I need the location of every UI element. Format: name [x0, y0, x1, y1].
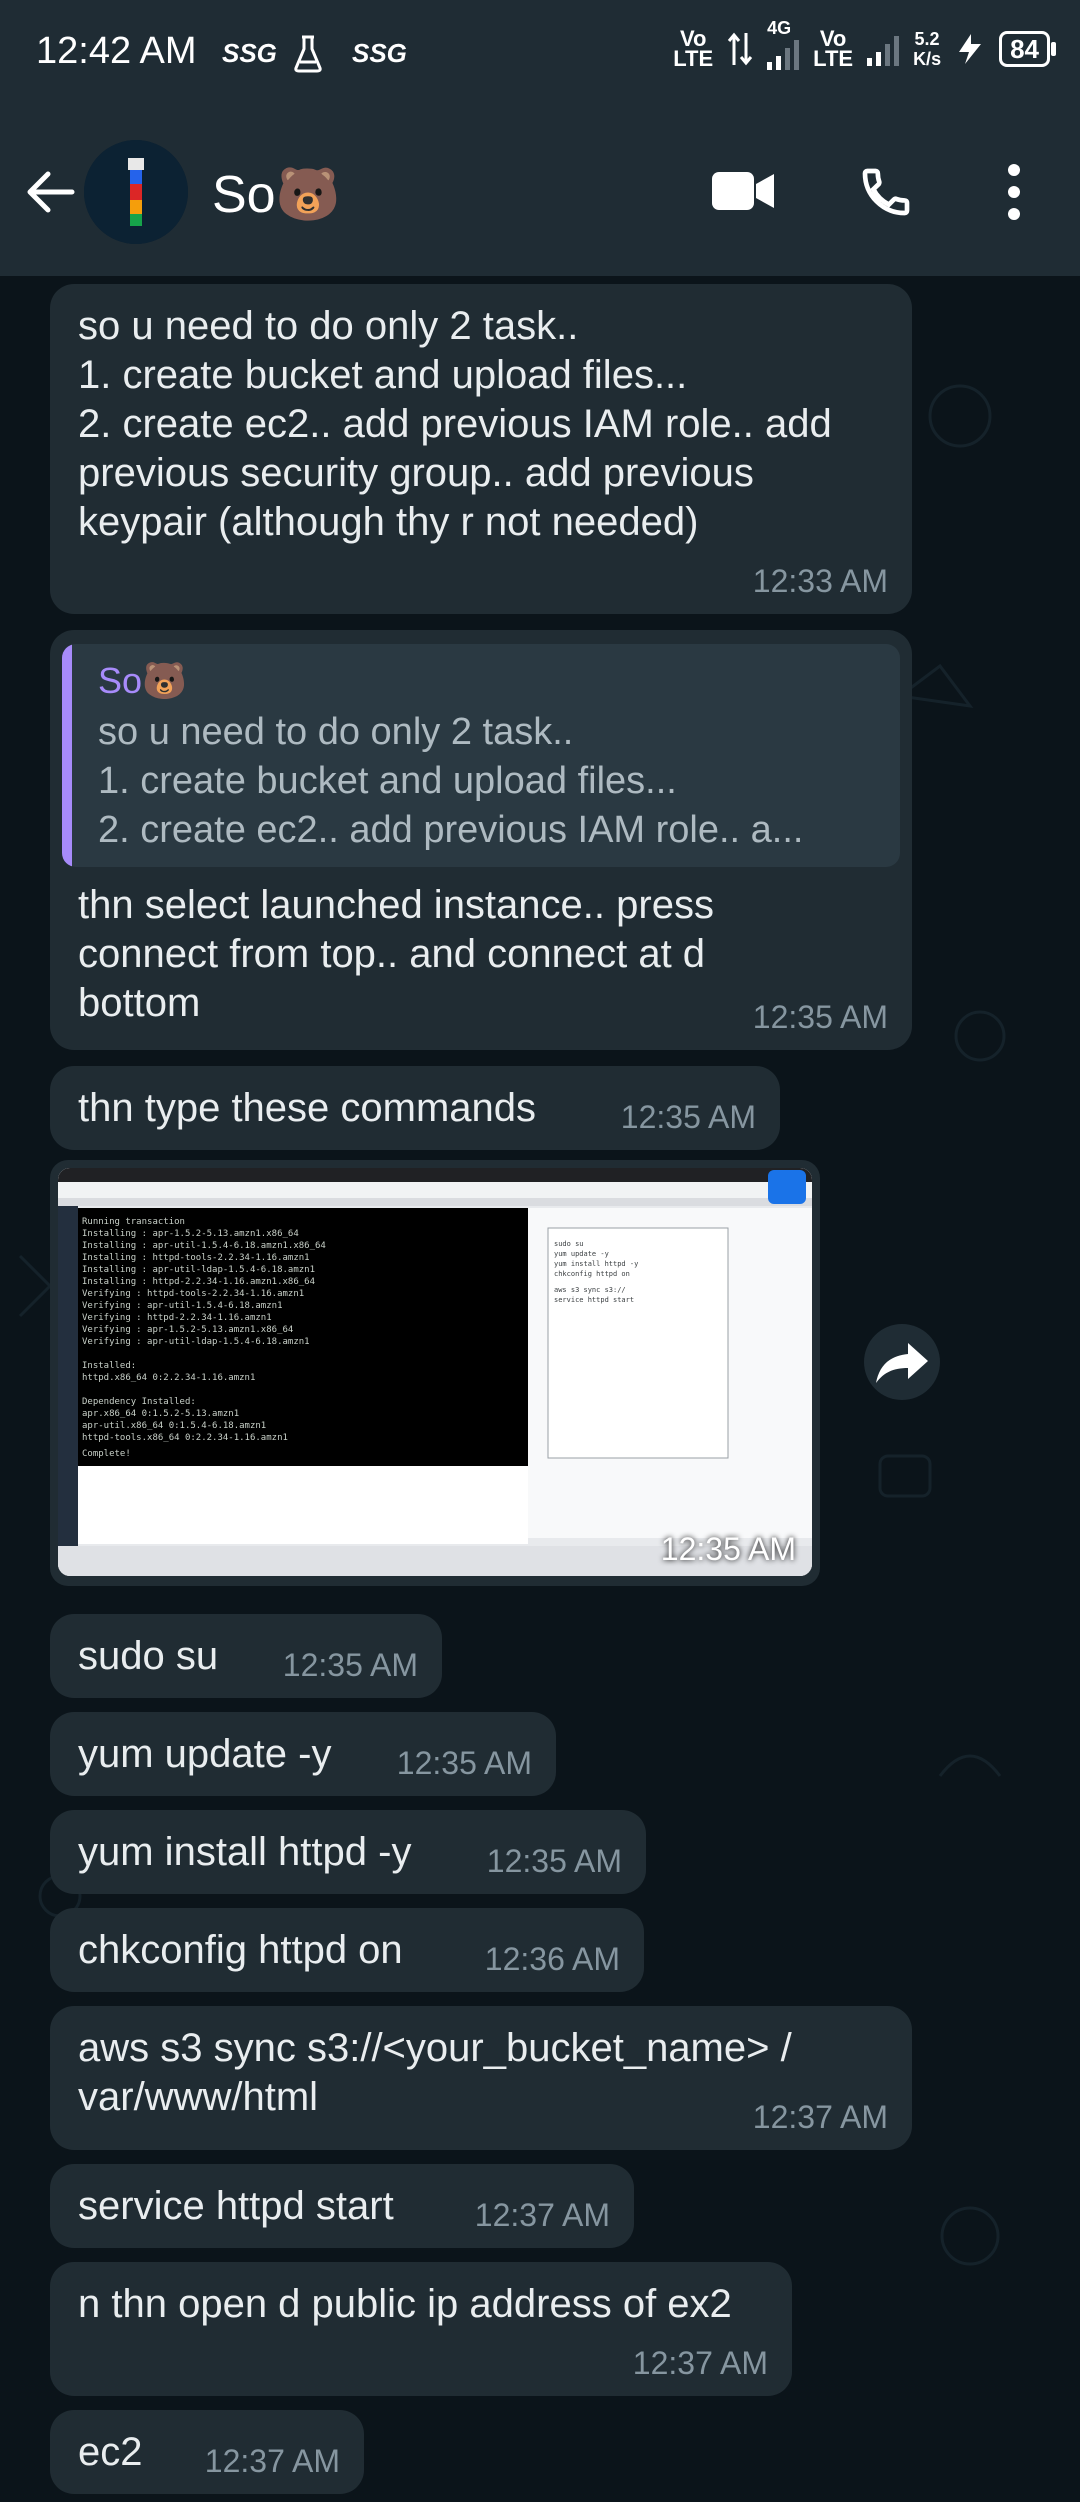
message-bubble[interactable]: thn type these commands 12:35 AM	[50, 1066, 780, 1150]
svg-text:Complete!: Complete!	[82, 1449, 131, 1459]
message-time: 12:37 AM	[204, 2443, 340, 2479]
contact-name[interactable]: So🐻	[212, 164, 340, 225]
status-time: 12:42 AM	[36, 30, 197, 72]
video-call-icon[interactable]	[710, 168, 776, 214]
svg-text:Verifying : apr-util-1.5.4-6.1: Verifying : apr-util-1.5.4-6.18.amzn1	[82, 1301, 282, 1311]
screenshot-image: Running transaction Installing : apr-1.5…	[58, 1168, 812, 1576]
svg-text:chkconfig httpd on: chkconfig httpd on	[554, 1270, 630, 1278]
image-message[interactable]: Running transaction Installing : apr-1.5…	[50, 1160, 820, 1586]
status-app-ssg-1: SSG	[222, 38, 277, 68]
flask-icon	[294, 35, 322, 73]
message-bubble[interactable]: service httpd start 12:37 AM	[50, 2164, 634, 2248]
svg-text:Verifying : apr-util-ldap-1.5.: Verifying : apr-util-ldap-1.5.4-6.18.amz…	[82, 1337, 310, 1347]
svg-text:Installing : apr-1.5.2-5.13.am: Installing : apr-1.5.2-5.13.amzn1.x86_64	[82, 1229, 299, 1239]
message-bubble[interactable]: ec2 12:37 AM	[50, 2410, 364, 2494]
message-time: 12:37 AM	[752, 2099, 888, 2135]
screenshot-thumbnail[interactable]: Running transaction Installing : apr-1.5…	[58, 1168, 812, 1576]
reply-message-bubble[interactable]: So🐻 so u need to do only 2 task.. 1. cre…	[50, 630, 912, 1050]
volte-1: Vo LTE	[673, 26, 714, 71]
svg-text:yum install httpd -y: yum install httpd -y	[554, 1260, 638, 1268]
svg-text:sudo su: sudo su	[554, 1240, 584, 1248]
chat-header: So🐻	[0, 106, 1080, 276]
network-type: 4G	[767, 18, 792, 38]
svg-text:apr.x86_64 0:1.5.2-5.13.amzn1: apr.x86_64 0:1.5.2-5.13.amzn1	[82, 1409, 239, 1419]
network-speed: 5.2 K/s	[913, 29, 941, 69]
message-bubble[interactable]: chkconfig httpd on 12:36 AM	[50, 1908, 644, 1992]
signal-bars-icon-2	[867, 32, 900, 66]
svg-text:yum update -y: yum update -y	[554, 1250, 609, 1258]
message-bubble[interactable]: sudo su 12:35 AM	[50, 1614, 442, 1698]
forward-icon	[876, 1343, 928, 1383]
status-bar: 12:42 AM SSG SSG Vo LTE 4G Vo LTE 5.2 K/…	[0, 0, 1080, 106]
message-time: 12:35 AM	[282, 1647, 418, 1683]
signal-4g: 4G	[767, 18, 800, 70]
message-time: 12:35 AM	[752, 999, 888, 1035]
svg-text:service httpd start: service httpd start	[554, 1296, 634, 1304]
svg-text:Verifying : apr-1.5.2-5.13.amz: Verifying : apr-1.5.2-5.13.amzn1.x86_64	[82, 1325, 293, 1335]
message-time: 12:35 AM	[620, 1099, 756, 1135]
svg-text:Installing : httpd-tools-2.2.3: Installing : httpd-tools-2.2.34-1.16.amz…	[82, 1253, 310, 1263]
svg-text:Verifying : httpd-2.2.34-1.16.: Verifying : httpd-2.2.34-1.16.amzn1	[82, 1313, 272, 1323]
message-time: 12:37 AM	[474, 2197, 610, 2233]
message-bubble[interactable]: so u need to do only 2 task.. 1. create …	[50, 284, 912, 614]
battery-level: 84	[999, 31, 1056, 67]
message-text: so u need to do only 2 task.. 1. create …	[78, 304, 832, 544]
message-time: 12:33 AM	[752, 563, 888, 599]
message-time: 12:35 AM	[396, 1745, 532, 1781]
speed-value: 5.2	[914, 29, 940, 49]
more-options-icon[interactable]	[1000, 162, 1028, 222]
svg-text:Verifying : httpd-tools-2.2.34: Verifying : httpd-tools-2.2.34-1.16.amzn…	[82, 1289, 304, 1299]
svg-text:Installing : apr-util-ldap-1.5: Installing : apr-util-ldap-1.5.4-6.18.am…	[82, 1265, 315, 1275]
image-time: 12:35 AM	[660, 1531, 796, 1567]
quoted-text: so u need to do only 2 task.. 1. create …	[98, 711, 804, 851]
svg-text:httpd-tools.x86_64 0:2.2.34-1.: httpd-tools.x86_64 0:2.2.34-1.16.amzn1	[82, 1433, 288, 1443]
chat-area[interactable]: so u need to do only 2 task.. 1. create …	[0, 276, 1080, 2502]
svg-text:aws s3 sync s3://: aws s3 sync s3://	[554, 1286, 626, 1294]
svg-text:Running transaction: Running transaction	[82, 1217, 185, 1227]
message-time: 12:35 AM	[486, 1843, 622, 1879]
svg-text:Installing : httpd-2.2.34-1.16: Installing : httpd-2.2.34-1.16.amzn1.x86…	[82, 1277, 315, 1287]
phone-icon[interactable]	[858, 164, 914, 220]
avatar-image	[84, 140, 188, 244]
volte-2: Vo LTE	[813, 26, 854, 71]
svg-text:httpd.x86_64 0:2.2.34-1.16.amz: httpd.x86_64 0:2.2.34-1.16.amzn1	[82, 1373, 255, 1383]
message-bubble[interactable]: n thn open d public ip address of ex2 12…	[50, 2262, 792, 2396]
charging-icon	[959, 34, 982, 64]
data-transfer-icon	[727, 32, 753, 66]
message-time: 12:36 AM	[484, 1941, 620, 1977]
message-bubble[interactable]: aws s3 sync s3://<your_bucket_name> / va…	[50, 2006, 912, 2150]
message-text: n thn open d public ip address of ex2	[78, 2282, 732, 2326]
back-arrow-icon[interactable]	[22, 164, 78, 220]
avatar[interactable]	[84, 140, 188, 244]
quoted-message[interactable]: So🐻 so u need to do only 2 task.. 1. cre…	[62, 644, 900, 867]
svg-text:apr-util.x86_64 0:1.5.4-6.18.a: apr-util.x86_64 0:1.5.4-6.18.amzn1	[82, 1421, 266, 1431]
speed-unit: K/s	[913, 49, 942, 69]
status-app-ssg-2: SSG	[352, 38, 407, 68]
signal-bars-icon	[767, 36, 800, 70]
svg-text:Dependency Installed:: Dependency Installed:	[82, 1397, 196, 1407]
message-time: 12:37 AM	[632, 2345, 768, 2381]
message-bubble[interactable]: yum install httpd -y 12:35 AM	[50, 1810, 646, 1894]
message-bubble[interactable]: yum update -y 12:35 AM	[50, 1712, 556, 1796]
svg-text:Installing : apr-util-1.5.4-6.: Installing : apr-util-1.5.4-6.18.amzn1.x…	[82, 1241, 326, 1251]
quoted-sender: So🐻	[98, 660, 187, 701]
svg-text:Installed:: Installed:	[82, 1361, 136, 1371]
forward-button[interactable]	[864, 1324, 940, 1400]
status-right: Vo LTE 4G Vo LTE 5.2 K/s 84	[673, 18, 1056, 71]
